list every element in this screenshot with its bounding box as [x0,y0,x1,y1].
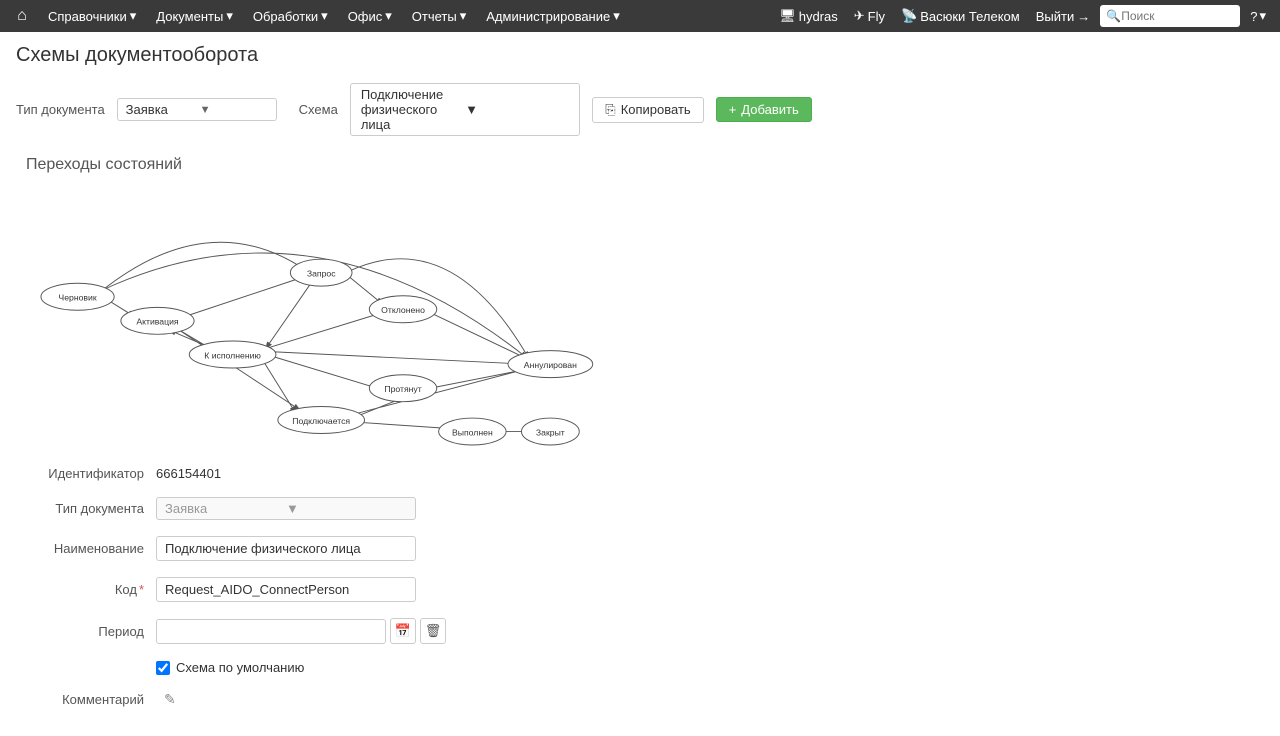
svg-text:Аннулирован: Аннулирован [524,360,577,370]
plus-icon: + [729,102,737,117]
copy-icon: ⎘ [605,102,615,118]
schema-label: Схема [299,102,338,117]
name-label: Наименование [26,541,156,556]
default-schema-row: Схема по умолчанию [156,660,1264,675]
svg-text:Закрыт: Закрыт [536,427,565,437]
code-row: Код [26,577,1264,602]
svg-text:Выполнен: Выполнен [452,427,493,437]
period-label: Период [26,624,156,639]
home-button[interactable]: ⌂ [8,2,36,30]
search-box[interactable]: 🔍 [1100,5,1240,27]
copy-button[interactable]: ⎘ Копировать [592,97,703,123]
search-icon: 🔍 [1106,9,1121,23]
state-graph: Черновик Активация Запрос Отклонено К ис… [26,186,626,446]
default-schema-checkbox[interactable] [156,661,170,675]
help-button[interactable]: ? ▾ [1244,0,1272,32]
doc-type-row: Тип документа Заявка ▼ [26,497,1264,520]
chevron-down-icon: ▼ [200,104,268,116]
select-arrow-icon: ▼ [286,501,407,516]
id-value: 666154401 [156,466,221,481]
code-label: Код [26,582,156,597]
code-input[interactable] [156,577,416,602]
svg-text:К исполнению: К исполнению [204,350,261,360]
nav-ofis[interactable]: Офис ▾ [340,0,400,32]
calendar-button[interactable]: 📅 [390,618,416,644]
name-input[interactable] [156,536,416,561]
states-title: Переходы состояний [26,156,1264,174]
form-doc-type-select[interactable]: Заявка ▼ [156,497,416,520]
id-row: Идентификатор 666154401 [26,466,1264,481]
doc-type-label: Тип документа [16,102,105,117]
period-input[interactable] [156,619,386,644]
add-button[interactable]: + Добавить [716,97,812,122]
period-row: Период 📅 🗑 [26,618,1264,644]
schema-select[interactable]: Подключение физического лица ▼ [350,83,580,136]
form-section: Идентификатор 666154401 Тип документа За… [26,466,1264,708]
nav-obrabotki[interactable]: Обработки ▾ [245,0,336,32]
svg-text:Протянут: Протянут [384,384,421,394]
comment-label: Комментарий [26,692,156,707]
user-vasuki[interactable]: 📡 Васюки Телеком [895,0,1026,32]
svg-text:Запрос: Запрос [307,269,336,279]
user-hydras[interactable]: 🖥 hydras [773,0,844,32]
user-fly[interactable]: ✈ Fly [848,0,891,32]
logout-button[interactable]: Выйти → [1030,0,1097,32]
comment-edit-icon[interactable]: ✎ [164,691,176,708]
page-content: Схемы документооборота Тип документа Зая… [0,32,1280,736]
toolbar: Тип документа Заявка ▼ Схема Подключение… [16,83,1264,136]
svg-text:Активация: Активация [136,317,179,327]
svg-text:Отклонено: Отклонено [381,305,425,315]
calendar-icon: 📅 [395,623,411,639]
clear-period-button[interactable]: 🗑 [420,618,446,644]
doc-type-select[interactable]: Заявка ▼ [117,98,277,121]
nav-administrirovanie[interactable]: Администрирование ▾ [478,0,628,32]
form-doc-type-label: Тип документа [26,501,156,516]
nav-spravochniki[interactable]: Справочники ▾ [40,0,144,32]
name-row: Наименование [26,536,1264,561]
search-input[interactable] [1121,9,1231,23]
schema-chevron-icon: ▼ [465,102,569,117]
comment-row: Комментарий ✎ [26,691,1264,708]
page-title: Схемы документооборота [16,44,1264,67]
trash-icon: 🗑 [425,623,442,639]
svg-text:Черновик: Черновик [58,293,96,303]
id-label: Идентификатор [26,466,156,481]
navbar: ⌂ Справочники ▾ Документы ▾ Обработки ▾ … [0,0,1280,32]
nav-otchety[interactable]: Отчеты ▾ [404,0,474,32]
period-controls: 📅 🗑 [156,618,446,644]
svg-text:Подключается: Подключается [292,416,350,426]
nav-dokumenty[interactable]: Документы ▾ [148,0,241,32]
default-schema-label[interactable]: Схема по умолчанию [176,660,304,675]
